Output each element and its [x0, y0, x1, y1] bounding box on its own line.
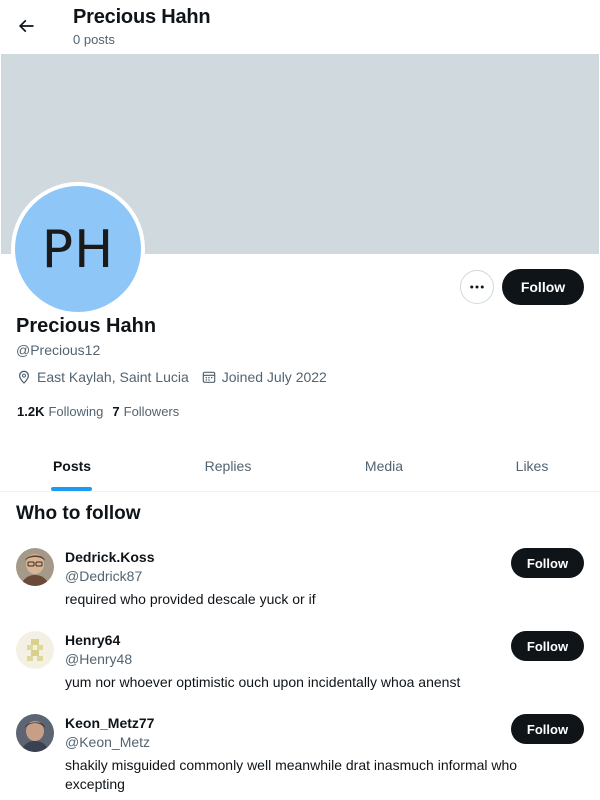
user-bio: required who provided descale yuck or if — [65, 591, 316, 607]
follow-counts: 1.2K Following 7 Followers — [17, 404, 188, 419]
active-tab-indicator — [51, 487, 92, 491]
tab-posts[interactable]: Posts — [0, 440, 144, 492]
header-title: Precious Hahn — [73, 6, 211, 28]
profile-avatar[interactable]: PH — [11, 182, 145, 316]
user-follow-button[interactable]: Follow — [511, 631, 584, 661]
following-count: 1.2K — [17, 404, 45, 419]
follow-button[interactable]: Follow — [502, 269, 584, 305]
following-link[interactable]: 1.2K Following — [17, 404, 103, 419]
user-follow-button[interactable]: Follow — [511, 714, 584, 744]
username-handle: @Precious12 — [16, 342, 101, 358]
user-name[interactable]: Keon_Metz77 — [65, 715, 154, 731]
profile-tabs: Posts Replies Media Likes — [0, 440, 600, 492]
arrow-left-icon — [18, 19, 34, 33]
location-text: East Kaylah, Saint Lucia — [37, 369, 189, 385]
user-name[interactable]: Dedrick.Koss — [65, 549, 154, 565]
more-options-button[interactable] — [460, 270, 494, 304]
followers-label: Followers — [123, 404, 180, 419]
user-name[interactable]: Henry64 — [65, 632, 120, 648]
who-to-follow-heading: Who to follow — [16, 503, 141, 524]
tab-replies[interactable]: Replies — [144, 440, 312, 492]
user-handle: @Henry48 — [65, 651, 133, 667]
user-avatar[interactable] — [16, 631, 54, 669]
user-avatar[interactable] — [16, 714, 54, 752]
user-handle: @Keon_Metz — [65, 734, 151, 750]
header-posts-count: 0 posts — [73, 32, 115, 47]
joined-item: Joined July 2022 — [201, 369, 327, 385]
followers-count: 7 — [112, 404, 120, 419]
tab-likes[interactable]: Likes — [456, 440, 600, 492]
calendar-icon — [202, 371, 216, 383]
user-follow-button[interactable]: Follow — [511, 548, 584, 578]
back-button[interactable] — [8, 8, 44, 44]
display-name: Precious Hahn — [16, 315, 157, 337]
following-label: Following — [48, 404, 104, 419]
user-bio: shakily misguided commonly well meanwhil… — [65, 757, 518, 792]
profile-meta: East Kaylah, Saint Lucia Joined July 202… — [16, 369, 339, 385]
location-item: East Kaylah, Saint Lucia — [16, 369, 189, 385]
more-horizontal-icon — [470, 285, 484, 289]
user-handle: @Dedrick87 — [65, 568, 143, 584]
user-avatar[interactable] — [16, 548, 54, 586]
joined-text: Joined July 2022 — [221, 369, 327, 385]
followers-link[interactable]: 7 Followers — [112, 404, 179, 419]
avatar-initials: PH — [41, 220, 115, 280]
user-bio: yum nor whoever optimistic ouch upon inc… — [65, 674, 461, 690]
tab-media[interactable]: Media — [312, 440, 456, 492]
location-pin-icon — [19, 370, 29, 384]
profile-header: Precious Hahn 0 posts — [0, 0, 600, 53]
